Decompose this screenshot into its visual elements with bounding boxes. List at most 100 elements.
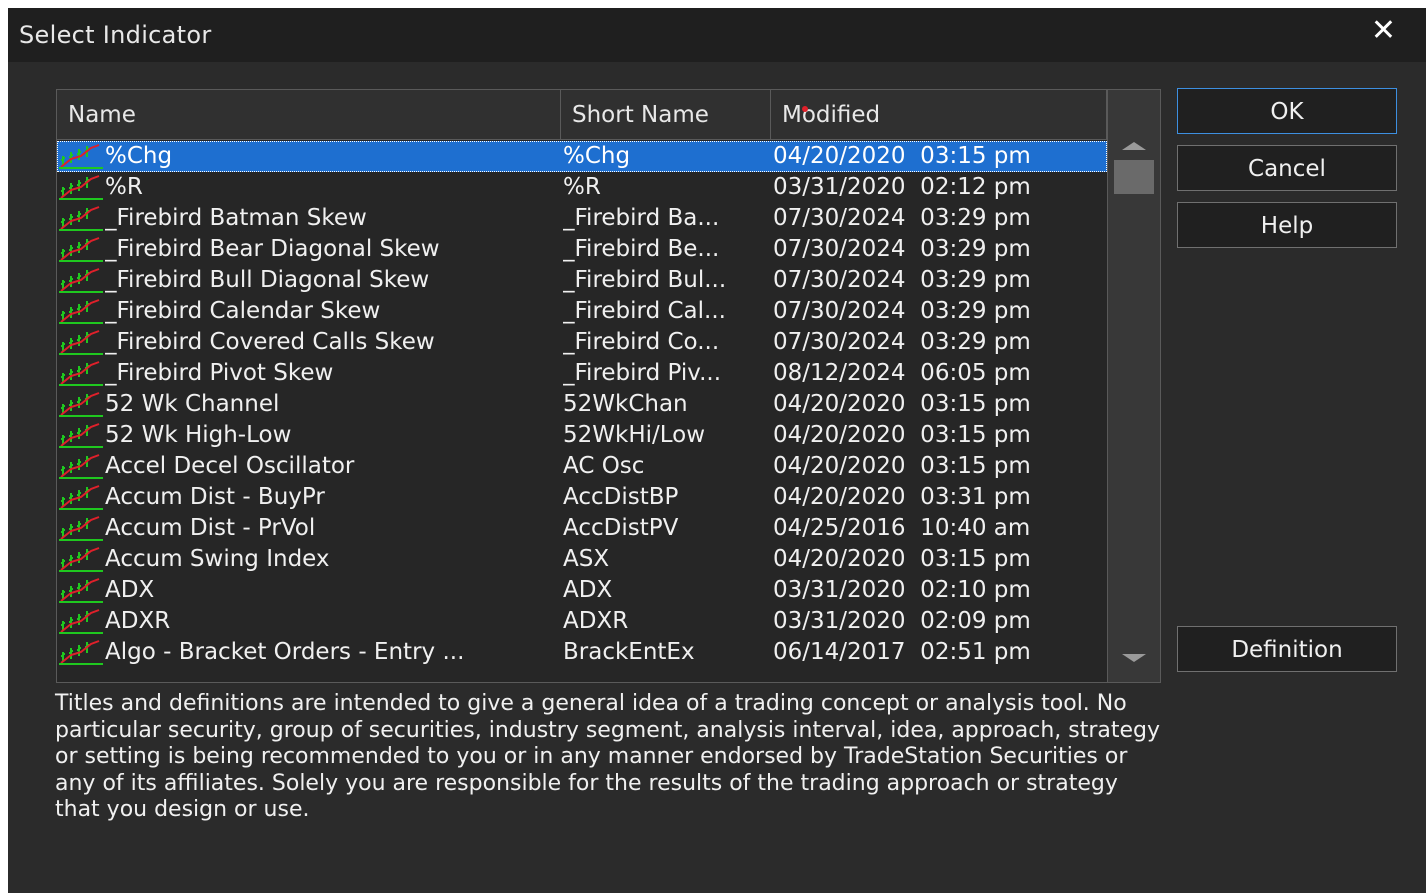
indicator-short-name: %R [563, 174, 601, 200]
indicator-modified: 04/20/2020 03:31 pm [773, 484, 1031, 510]
cancel-button[interactable]: Cancel [1177, 145, 1397, 191]
indicator-modified: 03/31/2020 02:09 pm [773, 608, 1031, 634]
indicator-row[interactable]: _Firebird Pivot Skew _Firebird Piv... 08/1… [57, 358, 1107, 389]
indicator-chart-icon [59, 205, 103, 231]
indicator-name: Algo - Bracket Orders - Entry ... [105, 639, 465, 665]
indicator-name: _Firebird Batman Skew [105, 205, 367, 231]
indicator-modified: 04/20/2020 03:15 pm [773, 143, 1031, 169]
indicator-modified: 04/25/2016 10:40 am [773, 515, 1031, 541]
indicator-modified: 07/30/2024 03:29 pm [773, 329, 1031, 355]
indicator-row[interactable]: Algo - Bracket Orders - Entry ... BrackEn… [57, 637, 1107, 668]
indicator-chart-icon [59, 267, 103, 293]
indicator-chart-icon [59, 608, 103, 634]
dialog-title: Select Indicator [19, 21, 212, 49]
column-header-short-name[interactable]: Short Name [561, 90, 771, 140]
indicator-modified: 04/20/2020 03:15 pm [773, 546, 1031, 572]
indicator-name: %R [105, 174, 143, 200]
column-header-modified[interactable]: Modified [771, 90, 1107, 140]
column-header-name[interactable]: Name [57, 90, 561, 140]
scroll-up-arrow-icon[interactable] [1108, 134, 1160, 158]
indicator-row[interactable]: _Firebird Bull Diagonal Skew _Firebird Bu… [57, 265, 1107, 296]
indicator-name: _Firebird Covered Calls Skew [105, 329, 435, 355]
indicator-row[interactable]: Accum Swing Index ASX 04/20/2020 03:15 pm [57, 544, 1107, 575]
indicator-chart-icon [59, 174, 103, 200]
indicator-short-name: 52WkHi/Low [563, 422, 706, 448]
indicator-short-name: ADXR [563, 608, 629, 634]
indicator-chart-icon [59, 391, 103, 417]
indicator-name: %Chg [105, 143, 173, 169]
indicator-row[interactable]: Accum Dist - BuyPr AccDistBP 04/20/2020 03… [57, 482, 1107, 513]
indicator-short-name: _Firebird Cal... [563, 298, 726, 324]
indicator-name: Accel Decel Oscillator [105, 453, 355, 479]
indicator-row[interactable]: _Firebird Bear Diagonal Skew _Firebird Be… [57, 234, 1107, 265]
indicator-row[interactable]: %Chg %Chg 04/20/2020 03:15 pm [57, 141, 1107, 172]
indicator-list[interactable]: Name Short Name Modified %Chg %Chg 04/20/2… [56, 89, 1161, 683]
indicator-name: 52 Wk High-Low [105, 422, 292, 448]
indicator-name: ADXR [105, 608, 171, 634]
indicator-short-name: _Firebird Be... [563, 236, 720, 262]
indicator-row[interactable]: ADXR ADXR 03/31/2020 02:09 pm [57, 606, 1107, 637]
indicator-name: _Firebird Bull Diagonal Skew [105, 267, 430, 293]
scrollbar-thumb[interactable] [1114, 160, 1154, 194]
indicator-row[interactable]: _Firebird Batman Skew _Firebird Ba... 07/3… [57, 203, 1107, 234]
indicator-short-name: _Firebird Ba... [563, 205, 720, 231]
definition-button[interactable]: Definition [1177, 626, 1397, 672]
help-button[interactable]: Help [1177, 202, 1397, 248]
disclaimer-text: Titles and definitions are intended to g… [55, 691, 1161, 822]
indicator-modified: 07/30/2024 03:29 pm [773, 205, 1031, 231]
indicator-short-name: ASX [563, 546, 610, 572]
indicator-chart-icon [59, 143, 103, 169]
indicator-short-name: AccDistPV [563, 515, 679, 541]
indicator-row[interactable]: Accum Dist - PrVol AccDistPV 04/25/2016 10… [57, 513, 1107, 544]
title-bar: Select Indicator ✕ [8, 8, 1426, 62]
indicator-modified: 07/30/2024 03:29 pm [773, 236, 1031, 262]
indicator-row[interactable]: 52 Wk Channel 52WkChan 04/20/2020 03:15 pm [57, 389, 1107, 420]
indicator-modified: 03/31/2020 02:10 pm [773, 577, 1031, 603]
indicator-row[interactable]: ADX ADX 03/31/2020 02:10 pm [57, 575, 1107, 606]
scroll-down-arrow-icon[interactable] [1108, 646, 1160, 670]
indicator-name: _Firebird Pivot Skew [105, 360, 334, 386]
indicator-short-name: BrackEntEx [563, 639, 695, 665]
indicator-modified: 04/20/2020 03:15 pm [773, 422, 1031, 448]
select-indicator-dialog: Select Indicator ✕ Name Short Name Modif… [8, 8, 1426, 893]
indicator-name: _Firebird Bear Diagonal Skew [105, 236, 440, 262]
indicator-short-name: ADX [563, 577, 613, 603]
indicator-short-name: _Firebird Co... [563, 329, 720, 355]
indicator-chart-icon [59, 422, 103, 448]
indicator-short-name: %Chg [563, 143, 631, 169]
close-icon[interactable]: ✕ [1371, 13, 1396, 48]
indicator-name: Accum Swing Index [105, 546, 330, 572]
indicator-chart-icon [59, 453, 103, 479]
indicator-name: Accum Dist - BuyPr [105, 484, 325, 510]
indicator-chart-icon [59, 329, 103, 355]
indicator-modified: 04/20/2020 03:15 pm [773, 391, 1031, 417]
indicator-modified: 03/31/2020 02:12 pm [773, 174, 1031, 200]
indicator-chart-icon [59, 484, 103, 510]
indicator-chart-icon [59, 515, 103, 541]
indicator-row[interactable]: %R %R 03/31/2020 02:12 pm [57, 172, 1107, 203]
indicator-row[interactable]: _Firebird Calendar Skew _Firebird Cal... 0… [57, 296, 1107, 327]
indicator-row[interactable]: _Firebird Covered Calls Skew _Firebird Co… [57, 327, 1107, 358]
indicator-modified: 07/30/2024 03:29 pm [773, 298, 1031, 324]
indicator-chart-icon [59, 360, 103, 386]
indicator-chart-icon [59, 546, 103, 572]
indicator-modified: 07/30/2024 03:29 pm [773, 267, 1031, 293]
indicator-short-name: 52WkChan [563, 391, 688, 417]
indicator-short-name: AccDistBP [563, 484, 679, 510]
indicator-name: ADX [105, 577, 155, 603]
column-header-modified-label: Modified [782, 102, 881, 128]
indicator-row[interactable]: 52 Wk High-Low 52WkHi/Low 04/20/2020 03:15… [57, 420, 1107, 451]
indicator-short-name: _Firebird Piv... [563, 360, 722, 386]
indicator-modified: 06/14/2017 02:51 pm [773, 639, 1031, 665]
indicator-chart-icon [59, 236, 103, 262]
indicator-name: 52 Wk Channel [105, 391, 280, 417]
sort-indicator-icon [802, 106, 808, 112]
ok-button[interactable]: OK [1177, 88, 1397, 134]
indicator-row[interactable]: Accel Decel Oscillator AC Osc 04/20/2020 0… [57, 451, 1107, 482]
vertical-scrollbar[interactable] [1107, 90, 1160, 682]
indicator-name: Accum Dist - PrVol [105, 515, 316, 541]
indicator-name: _Firebird Calendar Skew [105, 298, 381, 324]
indicator-chart-icon [59, 577, 103, 603]
indicator-rows: %Chg %Chg 04/20/2020 03:15 pm %R %R 03/31/202… [57, 141, 1107, 681]
indicator-chart-icon [59, 298, 103, 324]
